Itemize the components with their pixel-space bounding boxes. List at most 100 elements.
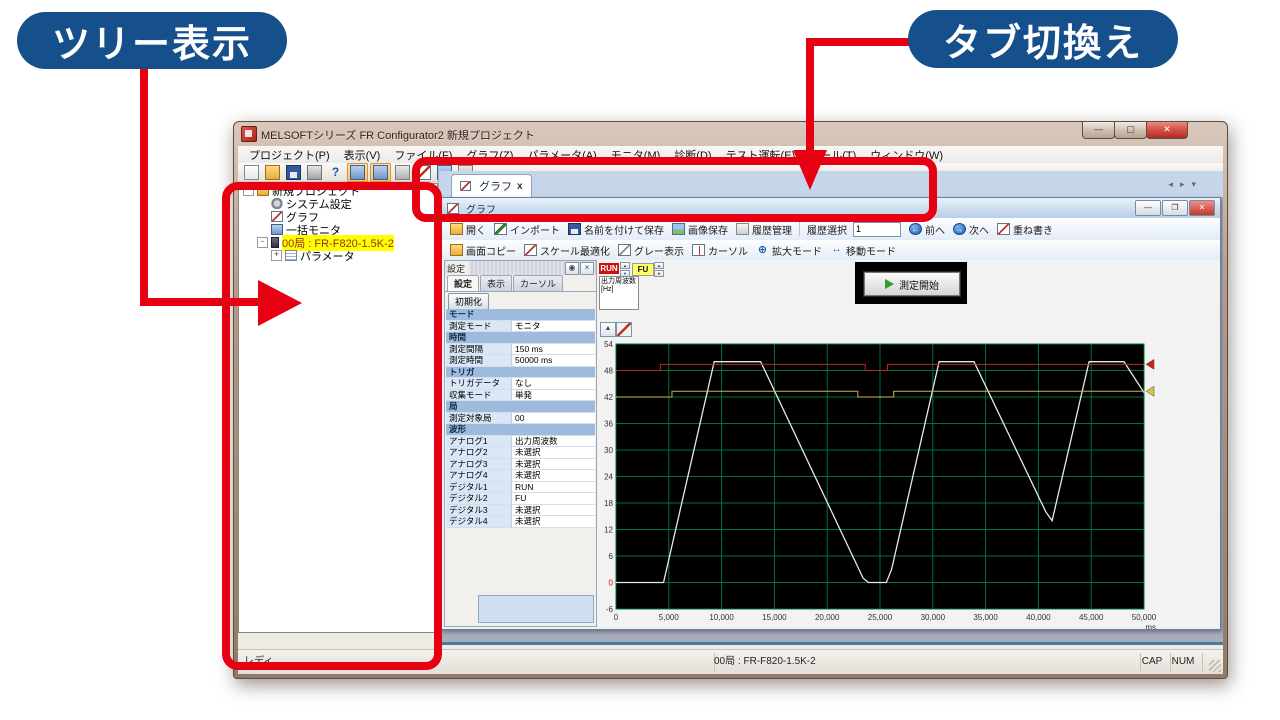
property-value: 未選択 — [512, 516, 595, 527]
child-restore-button[interactable]: ❐ — [1162, 200, 1188, 216]
property-row[interactable]: デジタル1 RUN — [446, 482, 595, 494]
property-row[interactable]: デジタル2 FU — [446, 493, 595, 505]
maximize-button[interactable]: ▢ — [1114, 122, 1147, 139]
svg-text:5,000: 5,000 — [659, 613, 680, 622]
settings-tab[interactable]: カーソル — [513, 275, 563, 291]
toolbar-button[interactable]: 重ね書き — [993, 221, 1057, 238]
child-close-button[interactable]: ✕ — [1189, 200, 1215, 216]
help-icon: ? — [328, 165, 343, 180]
print-icon — [307, 165, 322, 180]
property-row[interactable]: デジタル3 未選択 — [446, 505, 595, 517]
tab-scroll-left-icon[interactable]: ◂ — [1168, 179, 1173, 190]
property-label: 時間 — [446, 332, 466, 343]
property-row[interactable]: アナログ3 未選択 — [446, 459, 595, 471]
callout-tab-switch: タブ切換え — [908, 10, 1178, 68]
property-row[interactable]: 波形 — [446, 424, 595, 436]
property-row[interactable]: 局 — [446, 401, 595, 413]
property-label: モード — [446, 309, 475, 320]
property-label: アナログ2 — [446, 447, 512, 458]
tab-menu-icon[interactable]: ▾ — [1191, 179, 1196, 190]
toolbar-button[interactable]: →次へ — [949, 221, 993, 238]
svg-text:36: 36 — [604, 420, 613, 429]
property-row[interactable]: トリガ — [446, 367, 595, 379]
callout-arrow-right-icon — [258, 280, 302, 326]
titlebar[interactable]: MELSOFTシリーズ FR Configurator2 新規プロジェクト — [234, 122, 1227, 146]
toolbar-button[interactable]: 名前を付けて保存 — [564, 221, 668, 238]
property-value: なし — [512, 378, 595, 389]
property-row[interactable]: デジタル4 未選択 — [446, 516, 595, 528]
toolbar-button[interactable]: ⊕拡大モード — [752, 242, 826, 259]
svg-text:40,000: 40,000 — [1026, 613, 1051, 622]
menu-item[interactable]: 表示(V) — [337, 146, 388, 164]
fu-spinner[interactable]: ▲▼ — [654, 262, 664, 275]
toolbar-button[interactable] — [393, 164, 412, 181]
pin-icon[interactable]: ◉ — [565, 262, 579, 275]
toolbar-button[interactable]: 開く — [446, 221, 490, 238]
property-row[interactable]: アナログ4 未選択 — [446, 470, 595, 482]
property-row[interactable]: 収集モード 単発 — [446, 390, 595, 402]
monpanel-icon — [350, 165, 365, 180]
child-minimize-button[interactable]: — — [1135, 200, 1161, 216]
toolbar-button[interactable]: スケール最適化 — [520, 242, 614, 259]
property-row[interactable]: トリガデータ なし — [446, 378, 595, 390]
toolbar-button[interactable]: ←前へ — [905, 221, 949, 238]
scroll-up-button[interactable]: ▲ — [600, 322, 616, 337]
settings-tab[interactable]: 設定 — [447, 275, 479, 291]
status-num: NUM — [1164, 653, 1203, 671]
history-select-input[interactable] — [853, 222, 901, 237]
toolbar-button[interactable] — [370, 163, 391, 182]
property-row[interactable]: 測定間隔 150 ms — [446, 344, 595, 356]
toolbar-button[interactable]: カーソル — [688, 242, 752, 259]
graph-panel: RUN ▲▼ FU ▲▼ 出力周波数 [Hz] 測定開 — [597, 260, 1220, 629]
resize-grip-icon[interactable] — [1209, 660, 1221, 672]
open-icon — [450, 223, 463, 235]
child-body: 設定 ◉ × 設定表示カーソル 初期化 — [442, 260, 1220, 629]
toolbar-button[interactable] — [284, 164, 303, 181]
property-row[interactable]: 時間 — [446, 332, 595, 344]
tab-scroll-right-icon[interactable]: ▸ — [1180, 179, 1185, 190]
toolbar-button[interactable]: 画面コピー — [446, 242, 520, 259]
svg-text:30: 30 — [604, 446, 613, 455]
screen-copy-icon — [450, 244, 463, 256]
settings-panel: 設定 ◉ × 設定表示カーソル 初期化 — [444, 260, 597, 627]
close-icon[interactable]: × — [580, 262, 594, 275]
settings-tab[interactable]: 表示 — [480, 275, 512, 291]
toolbar-button[interactable]: グレー表示 — [614, 242, 688, 259]
property-row[interactable]: モード — [446, 309, 595, 321]
mdi-area: グラフ — ❐ ✕ 開くインポート名前を付けて保存画像保存履歴管理 履歴選択 — [438, 197, 1223, 642]
settings-panel-footer — [478, 595, 594, 623]
property-row[interactable]: 測定対象局 00 — [446, 413, 595, 425]
gray-view-icon — [618, 244, 631, 256]
toolbar-button[interactable]: 履歴管理 — [732, 221, 796, 238]
toolbar-button[interactable] — [305, 164, 324, 181]
run-spinner[interactable]: ▲▼ — [620, 262, 630, 275]
measure-start-button[interactable]: 測定開始 — [864, 272, 960, 296]
toolbar-button[interactable]: ? — [326, 164, 345, 181]
property-label: デジタル2 — [446, 493, 512, 504]
svg-text:24: 24 — [604, 473, 613, 482]
close-button[interactable]: ✕ — [1146, 122, 1188, 139]
property-row[interactable]: アナログ2 未選択 — [446, 447, 595, 459]
toolbar-button[interactable] — [347, 163, 368, 182]
svg-text:12: 12 — [604, 526, 613, 535]
property-row[interactable]: 測定時間 50000 ms — [446, 355, 595, 367]
property-value: FU — [512, 493, 595, 504]
overwrite-icon — [997, 223, 1010, 235]
toolbar-button[interactable] — [242, 164, 261, 181]
toolbar-button[interactable] — [263, 164, 282, 181]
fu-signal-badge: FU — [632, 263, 654, 276]
callout-line — [140, 64, 148, 306]
toolbar-button[interactable]: ↔移動モード — [826, 242, 900, 259]
property-row[interactable]: アナログ1 出力周波数 — [446, 436, 595, 448]
toolbar-button[interactable]: 画像保存 — [668, 221, 732, 238]
property-value: 50000 ms — [512, 355, 595, 366]
property-row[interactable]: 測定モード モニタ — [446, 321, 595, 333]
move-mode-icon: ↔ — [830, 244, 843, 256]
scale-button[interactable] — [616, 322, 632, 337]
property-value: 00 — [512, 413, 595, 424]
settings-tabs: 設定表示カーソル — [445, 275, 596, 292]
toolbar-button[interactable]: インポート — [490, 221, 564, 238]
initialize-button[interactable]: 初期化 — [448, 293, 489, 310]
minimize-button[interactable]: — — [1082, 122, 1115, 139]
menu-item[interactable]: プロジェクト(P) — [242, 146, 337, 164]
